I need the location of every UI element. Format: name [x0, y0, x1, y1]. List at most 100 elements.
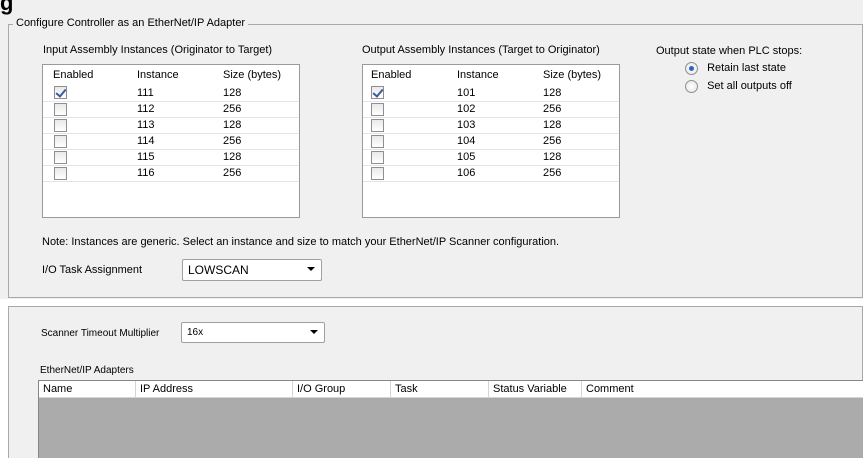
table-row[interactable]: 106 256: [363, 165, 619, 182]
table-row[interactable]: 111 128: [43, 85, 299, 102]
input-assembly-table-frame: Enabled Instance Size (bytes) 111 128 112 2…: [42, 64, 300, 218]
adapters-list-header: Name IP Address I/O Group Task Status Va…: [39, 381, 863, 398]
enabled-checkbox[interactable]: [54, 150, 67, 164]
column-header-instance[interactable]: Instance: [451, 65, 537, 85]
enabled-checkbox[interactable]: [54, 166, 67, 180]
output-assembly-table-frame: Enabled Instance Size (bytes) 101 128 102 2…: [362, 64, 620, 218]
enabled-cell: [43, 117, 131, 134]
enabled-checkbox[interactable]: [54, 86, 67, 100]
instance-cell: 106: [451, 165, 537, 182]
column-header-task[interactable]: Task: [391, 381, 489, 398]
size-cell: 256: [537, 165, 619, 182]
output-assembly-table: Enabled Instance Size (bytes) 101 128 102 2…: [363, 65, 619, 182]
size-cell: 128: [217, 85, 299, 102]
instance-cell: 115: [131, 149, 217, 166]
instance-cell: 111: [131, 85, 217, 102]
table-row[interactable]: 101 128: [363, 85, 619, 102]
adapters-label: EtherNet/IP Adapters: [40, 365, 134, 376]
enabled-checkbox[interactable]: [371, 118, 384, 132]
instance-cell: 112: [131, 101, 217, 118]
output-assembly-rows: 101 128 102 256 103 128 104 256 105 128 106 256: [363, 85, 619, 182]
radio-label: Set all outputs off: [707, 80, 792, 93]
enabled-checkbox[interactable]: [371, 86, 384, 100]
enabled-cell: [363, 133, 451, 150]
table-row[interactable]: 114 256: [43, 133, 299, 150]
enabled-cell: [43, 85, 131, 102]
enabled-cell: [43, 165, 131, 182]
size-cell: 128: [217, 117, 299, 134]
radio-set-all-outputs-off[interactable]: Set all outputs off: [685, 80, 792, 93]
column-header-comment[interactable]: Comment: [582, 381, 863, 398]
size-cell: 128: [217, 149, 299, 166]
size-cell: 128: [537, 149, 619, 166]
enabled-cell: [43, 101, 131, 118]
size-cell: 256: [217, 165, 299, 182]
column-header-enabled[interactable]: Enabled: [363, 65, 451, 85]
instance-cell: 101: [451, 85, 537, 102]
enabled-cell: [43, 133, 131, 150]
column-header-size[interactable]: Size (bytes): [537, 65, 619, 85]
io-task-value: LOWSCAN: [188, 263, 249, 277]
scanner-timeout-dropdown[interactable]: 16x: [181, 322, 325, 343]
enabled-checkbox[interactable]: [54, 118, 67, 132]
size-cell: 128: [537, 85, 619, 102]
enabled-cell: [363, 101, 451, 118]
size-cell: 256: [217, 133, 299, 150]
page-title: g: [0, 0, 15, 15]
column-header-io-group[interactable]: I/O Group: [293, 381, 391, 398]
scanner-timeout-label: Scanner Timeout Multiplier: [41, 328, 160, 339]
instance-cell: 105: [451, 149, 537, 166]
column-header-name[interactable]: Name: [39, 381, 136, 398]
size-cell: 256: [537, 133, 619, 150]
table-row[interactable]: 113 128: [43, 117, 299, 134]
io-task-label: I/O Task Assignment: [42, 264, 143, 276]
scanner-timeout-value: 16x: [187, 327, 204, 338]
enabled-cell: [363, 117, 451, 134]
radio-retain-last-state[interactable]: Retain last state: [685, 62, 786, 75]
enabled-checkbox[interactable]: [371, 166, 384, 180]
enabled-checkbox[interactable]: [371, 150, 384, 164]
instance-cell: 104: [451, 133, 537, 150]
radio-button[interactable]: [685, 80, 698, 93]
chevron-down-icon: [307, 267, 315, 271]
io-task-dropdown[interactable]: LOWSCAN: [182, 259, 322, 281]
input-assembly-table: Enabled Instance Size (bytes) 111 128 112 2…: [43, 65, 299, 182]
adapters-listview[interactable]: Name IP Address I/O Group Task Status Va…: [38, 380, 863, 458]
enabled-cell: [363, 85, 451, 102]
instance-cell: 114: [131, 133, 217, 150]
size-cell: 256: [217, 101, 299, 118]
column-header-ip-address[interactable]: IP Address: [136, 381, 293, 398]
enabled-checkbox[interactable]: [54, 134, 67, 148]
enabled-cell: [363, 165, 451, 182]
size-cell: 256: [537, 101, 619, 118]
table-row[interactable]: 103 128: [363, 117, 619, 134]
adapter-group-legend: Configure Controller as an EtherNet/IP A…: [13, 17, 249, 30]
enabled-checkbox[interactable]: [371, 102, 384, 116]
column-header-enabled[interactable]: Enabled: [43, 65, 131, 85]
instance-cell: 102: [451, 101, 537, 118]
table-row[interactable]: 102 256: [363, 101, 619, 118]
table-row[interactable]: 105 128: [363, 149, 619, 166]
instances-note: Note: Instances are generic. Select an i…: [42, 236, 560, 248]
table-row[interactable]: 116 256: [43, 165, 299, 182]
instance-cell: 103: [451, 117, 537, 134]
input-assembly-rows: 111 128 112 256 113 128 114 256 115 128 116 256: [43, 85, 299, 182]
column-header-size[interactable]: Size (bytes): [217, 65, 299, 85]
table-row[interactable]: 115 128: [43, 149, 299, 166]
instance-cell: 113: [131, 117, 217, 134]
column-header-status-variable[interactable]: Status Variable: [489, 381, 582, 398]
enabled-cell: [363, 149, 451, 166]
table-row[interactable]: 104 256: [363, 133, 619, 150]
chevron-down-icon: [310, 330, 318, 334]
input-assembly-label: Input Assembly Instances (Originator to …: [43, 44, 273, 56]
enabled-checkbox[interactable]: [371, 134, 384, 148]
output-state-label: Output state when PLC stops:: [656, 45, 803, 57]
table-row[interactable]: 112 256: [43, 101, 299, 118]
radio-label: Retain last state: [707, 62, 786, 75]
radio-button[interactable]: [685, 62, 698, 75]
column-header-instance[interactable]: Instance: [131, 65, 217, 85]
output-assembly-label: Output Assembly Instances (Target to Ori…: [362, 44, 600, 56]
enabled-checkbox[interactable]: [54, 102, 67, 116]
enabled-cell: [43, 149, 131, 166]
instance-cell: 116: [131, 165, 217, 182]
